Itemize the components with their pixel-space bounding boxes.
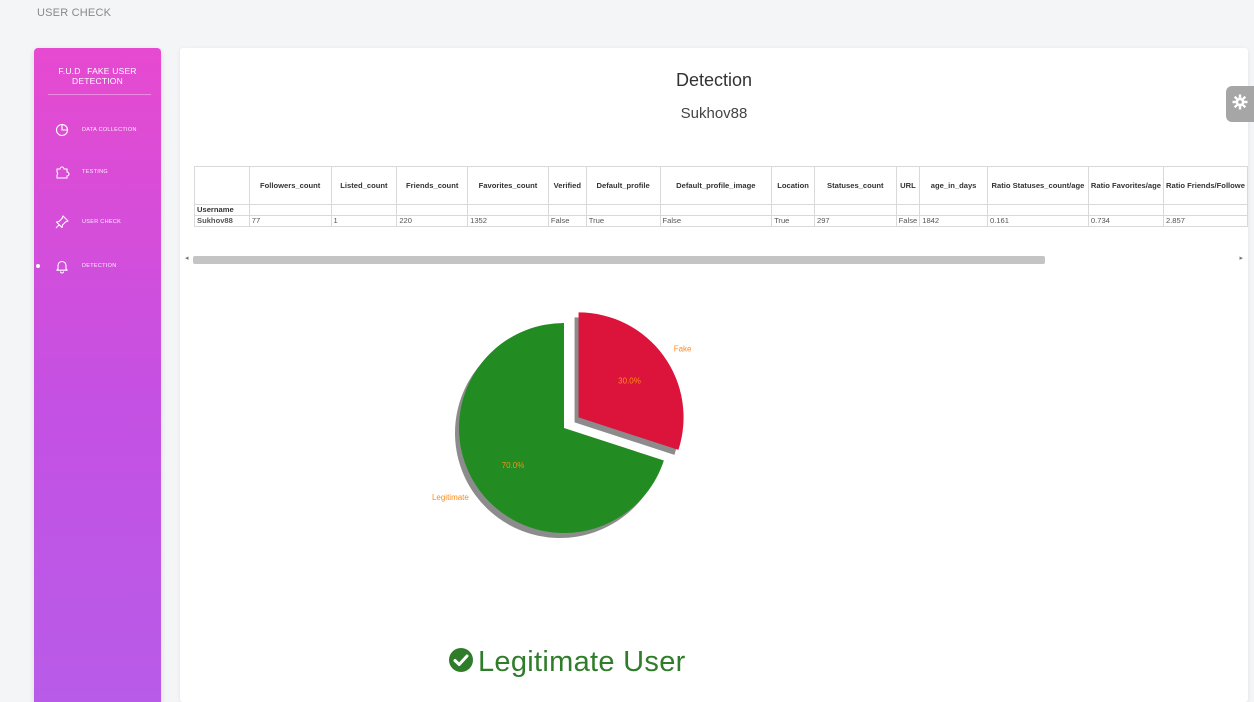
main-panel: Detection Sukhov88 Followers_count Liste…: [180, 48, 1248, 702]
sidebar-item-label: TESTING: [82, 169, 108, 175]
pie-percent-label: 30.0%: [618, 376, 641, 385]
gear-icon: [1232, 94, 1248, 115]
verdict: Legitimate User: [448, 642, 686, 682]
sidebar: F.U.D FAKE USER DETECTION DATA COLLECTIO…: [34, 48, 161, 702]
puzzle-icon: [54, 164, 70, 180]
brand-name: FAKE USER DETECTION: [72, 66, 137, 86]
active-indicator: [36, 264, 40, 268]
verdict-text: Legitimate User: [478, 645, 686, 678]
pie-chart-icon: [54, 122, 70, 138]
pie-category-label: Fake: [674, 344, 692, 353]
pin-icon: [54, 214, 70, 230]
brand-abbr: F.U.D: [58, 66, 81, 76]
pie-category-label: Legitimate: [432, 493, 469, 502]
sidebar-item-user-check[interactable]: USER CHECK: [34, 212, 161, 232]
brand[interactable]: F.U.D FAKE USER DETECTION: [34, 66, 161, 86]
sidebar-item-label: DATA COLLECTION: [82, 127, 137, 133]
settings-button[interactable]: [1226, 86, 1254, 122]
sidebar-item-testing[interactable]: TESTING: [34, 162, 161, 182]
pie-chart: 30.0% Fake 70.0% Legitimate: [432, 312, 692, 538]
app-title: USER CHECK: [37, 7, 112, 19]
brand-divider: [48, 94, 151, 95]
sidebar-item-detection[interactable]: DETECTION: [34, 256, 161, 276]
sidebar-item-data-collection[interactable]: DATA COLLECTION: [34, 120, 161, 140]
sidebar-item-label: USER CHECK: [82, 219, 122, 225]
sidebar-item-label: DETECTION: [82, 263, 117, 269]
check-circle-icon: [448, 647, 474, 678]
bell-icon: [54, 258, 70, 274]
pie-percent-label: 70.0%: [502, 461, 525, 470]
